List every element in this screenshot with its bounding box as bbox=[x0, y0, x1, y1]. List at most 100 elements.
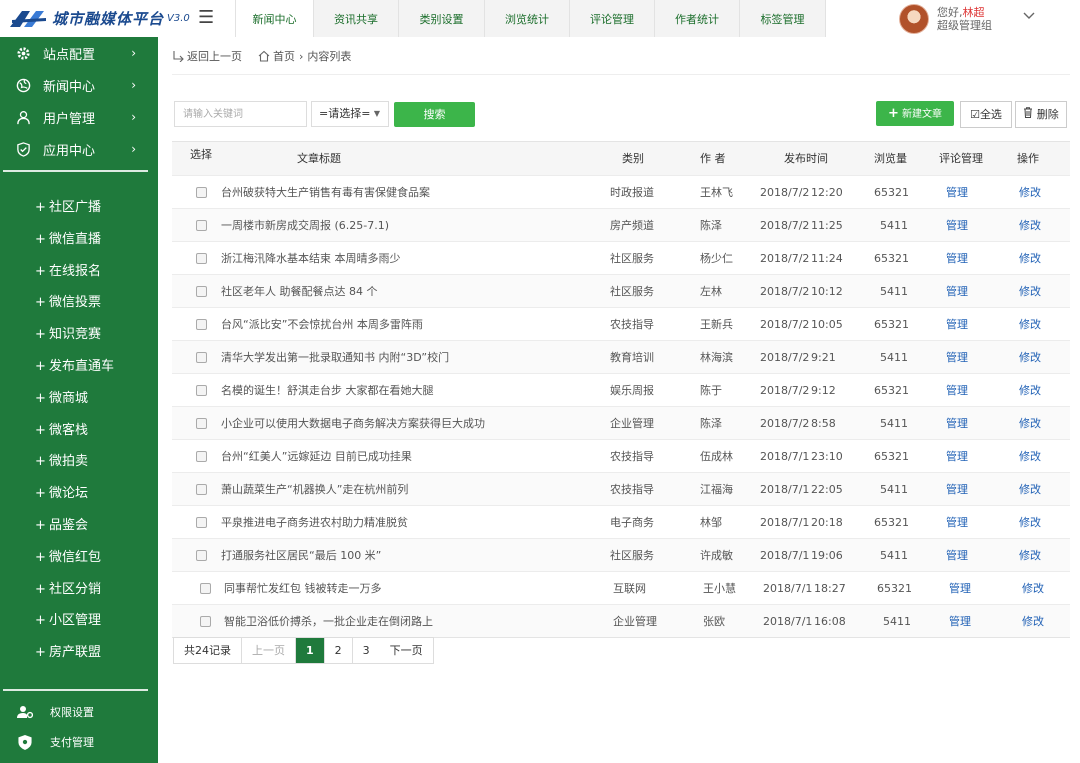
row-comment-link[interactable]: 管理 bbox=[946, 539, 968, 572]
row-title: 社区老年人 助餐配餐点达 84 个 bbox=[221, 285, 378, 298]
row-checkbox[interactable] bbox=[196, 418, 207, 429]
sidebar-item[interactable]: + 发布直通车 bbox=[35, 351, 114, 383]
row-edit-link[interactable]: 修改 bbox=[1022, 572, 1044, 605]
row-edit-link[interactable]: 修改 bbox=[1019, 275, 1041, 308]
row-edit-link[interactable]: 修改 bbox=[1019, 176, 1041, 209]
sidebar-item-payment[interactable]: 支付管理 bbox=[0, 728, 158, 756]
sidebar-item[interactable]: + 微客栈 bbox=[35, 415, 88, 447]
row-checkbox[interactable] bbox=[196, 517, 207, 528]
delete-button[interactable]: 删除 bbox=[1015, 101, 1067, 128]
row-comment-link[interactable]: 管理 bbox=[946, 176, 968, 209]
sidebar-item[interactable]: + 微论坛 bbox=[35, 478, 88, 510]
tab-6[interactable]: 标签管理 bbox=[740, 0, 826, 37]
menu-toggle-icon[interactable]: ☰ bbox=[198, 8, 218, 28]
table-row: 打通服务社区居民“最后 100 米” 社区服务 许成敏 2018/7/1 19:06 54… bbox=[172, 538, 1070, 571]
table-row: 社区老年人 助餐配餐点达 84 个 社区服务 左林 2018/7/2 10:12 5411… bbox=[172, 274, 1070, 307]
tab-4[interactable]: 评论管理 bbox=[570, 0, 655, 37]
search-button[interactable]: 搜索 bbox=[394, 102, 475, 127]
row-edit-link[interactable]: 修改 bbox=[1019, 506, 1041, 539]
row-checkbox[interactable] bbox=[196, 451, 207, 462]
search-input[interactable] bbox=[174, 101, 307, 127]
sidebar-item[interactable]: + 品鉴会 bbox=[35, 510, 88, 542]
sidebar-item[interactable]: + 微商城 bbox=[35, 383, 88, 415]
row-checkbox[interactable] bbox=[196, 286, 207, 297]
tab-0[interactable]: 新闻中心 bbox=[236, 0, 314, 37]
sidebar-item[interactable]: + 小区管理 bbox=[35, 605, 101, 637]
sidebar-item-label: 发布直通车 bbox=[49, 359, 115, 374]
sidebar-item-label: 在线报名 bbox=[49, 263, 102, 279]
row-comment-link[interactable]: 管理 bbox=[946, 407, 968, 440]
row-comment-link[interactable]: 管理 bbox=[946, 242, 968, 275]
row-checkbox[interactable] bbox=[196, 319, 207, 330]
sidebar-item-label: 支付管理 bbox=[50, 736, 94, 749]
sidebar-group-apps[interactable]: 应用中心 › bbox=[0, 133, 158, 165]
avatar[interactable] bbox=[899, 4, 929, 34]
sidebar-item-permissions[interactable]: 权限设置 bbox=[0, 698, 158, 726]
new-article-button[interactable]: + 新建文章 bbox=[876, 101, 954, 126]
row-edit-link[interactable]: 修改 bbox=[1019, 242, 1041, 275]
row-checkbox[interactable] bbox=[196, 550, 207, 561]
row-comment-link[interactable]: 管理 bbox=[946, 473, 968, 506]
sidebar-item[interactable]: + 房产联盟 bbox=[35, 637, 101, 669]
row-checkbox[interactable] bbox=[200, 583, 211, 594]
row-edit-link[interactable]: 修改 bbox=[1019, 473, 1041, 506]
row-comment-link[interactable]: 管理 bbox=[946, 506, 968, 539]
column-header-author: 作 者 bbox=[700, 152, 726, 165]
row-edit-link[interactable]: 修改 bbox=[1019, 440, 1041, 473]
sidebar-item[interactable]: + 知识竞赛 bbox=[35, 319, 101, 351]
row-checkbox[interactable] bbox=[196, 352, 207, 363]
row-comment-link[interactable]: 管理 bbox=[946, 209, 968, 242]
pagination-page[interactable]: 2 bbox=[324, 638, 353, 663]
sidebar-item[interactable]: + 微信直播 bbox=[35, 224, 101, 256]
row-checkbox[interactable] bbox=[196, 220, 207, 231]
row-edit-link[interactable]: 修改 bbox=[1019, 539, 1041, 572]
row-checkbox[interactable] bbox=[196, 253, 207, 264]
sidebar-group-users[interactable]: 用户管理 › bbox=[0, 101, 158, 133]
row-comment-link[interactable]: 管理 bbox=[946, 341, 968, 374]
table-header: 选择 文章标题 类别 作 者 发布时间 浏览量 评论管理 操作 bbox=[172, 142, 1070, 175]
sidebar-group-site-config[interactable]: 站点配置 › bbox=[0, 37, 158, 69]
row-edit-link[interactable]: 修改 bbox=[1019, 209, 1041, 242]
category-select[interactable]: =请选择= ▼ bbox=[311, 101, 389, 127]
row-checkbox[interactable] bbox=[196, 484, 207, 495]
row-comment-link[interactable]: 管理 bbox=[946, 440, 968, 473]
row-comment-link[interactable]: 管理 bbox=[949, 605, 971, 638]
row-checkbox[interactable] bbox=[196, 385, 207, 396]
select-all-label: 全选 bbox=[979, 108, 1002, 121]
row-edit-link[interactable]: 修改 bbox=[1019, 374, 1041, 407]
sidebar-item[interactable]: + 在线报名 bbox=[35, 256, 101, 288]
tab-5[interactable]: 作者统计 bbox=[655, 0, 740, 37]
sidebar-item[interactable]: + 社区广播 bbox=[35, 192, 101, 224]
row-edit-link[interactable]: 修改 bbox=[1022, 605, 1044, 638]
pagination-next[interactable]: 下一页 bbox=[379, 638, 433, 663]
tab-1[interactable]: 资讯共享 bbox=[314, 0, 399, 37]
row-checkbox[interactable] bbox=[200, 616, 211, 627]
row-checkbox[interactable] bbox=[196, 187, 207, 198]
back-link[interactable]: 返回上一页 bbox=[172, 48, 242, 64]
row-edit-link[interactable]: 修改 bbox=[1019, 341, 1041, 374]
row-comment-link[interactable]: 管理 bbox=[949, 572, 971, 605]
row-comment-link[interactable]: 管理 bbox=[946, 275, 968, 308]
tab-3[interactable]: 浏览统计 bbox=[485, 0, 570, 37]
row-edit-link[interactable]: 修改 bbox=[1019, 308, 1041, 341]
sidebar-group-news[interactable]: 新闻中心 › bbox=[0, 69, 158, 101]
checkbox-checked-icon: ☑ bbox=[970, 108, 980, 121]
row-comment-link[interactable]: 管理 bbox=[946, 308, 968, 341]
chevron-down-icon[interactable] bbox=[1022, 9, 1036, 23]
row-time: 22:05 bbox=[811, 483, 843, 496]
sidebar-item[interactable]: + 微信红包 bbox=[35, 542, 101, 574]
sidebar-item[interactable]: + 社区分销 bbox=[35, 574, 101, 606]
row-date: 2018/7/2 bbox=[760, 318, 810, 331]
select-all-button[interactable]: ☑全选 bbox=[960, 101, 1012, 128]
row-category: 农技指导 bbox=[610, 318, 654, 331]
user-panel[interactable]: 您好,林超 超级管理组 bbox=[899, 4, 992, 34]
breadcrumb-home[interactable]: 首页 bbox=[258, 48, 295, 64]
pagination-page[interactable]: 1 bbox=[296, 638, 325, 663]
tab-2[interactable]: 类别设置 bbox=[399, 0, 485, 37]
pagination-page[interactable]: 3 bbox=[352, 638, 380, 663]
sidebar-item[interactable]: + 微信投票 bbox=[35, 287, 101, 319]
row-comment-link[interactable]: 管理 bbox=[946, 374, 968, 407]
sidebar-item-label: 社区广播 bbox=[49, 200, 102, 215]
sidebar-item[interactable]: + 微拍卖 bbox=[35, 446, 88, 478]
row-edit-link[interactable]: 修改 bbox=[1019, 407, 1041, 440]
